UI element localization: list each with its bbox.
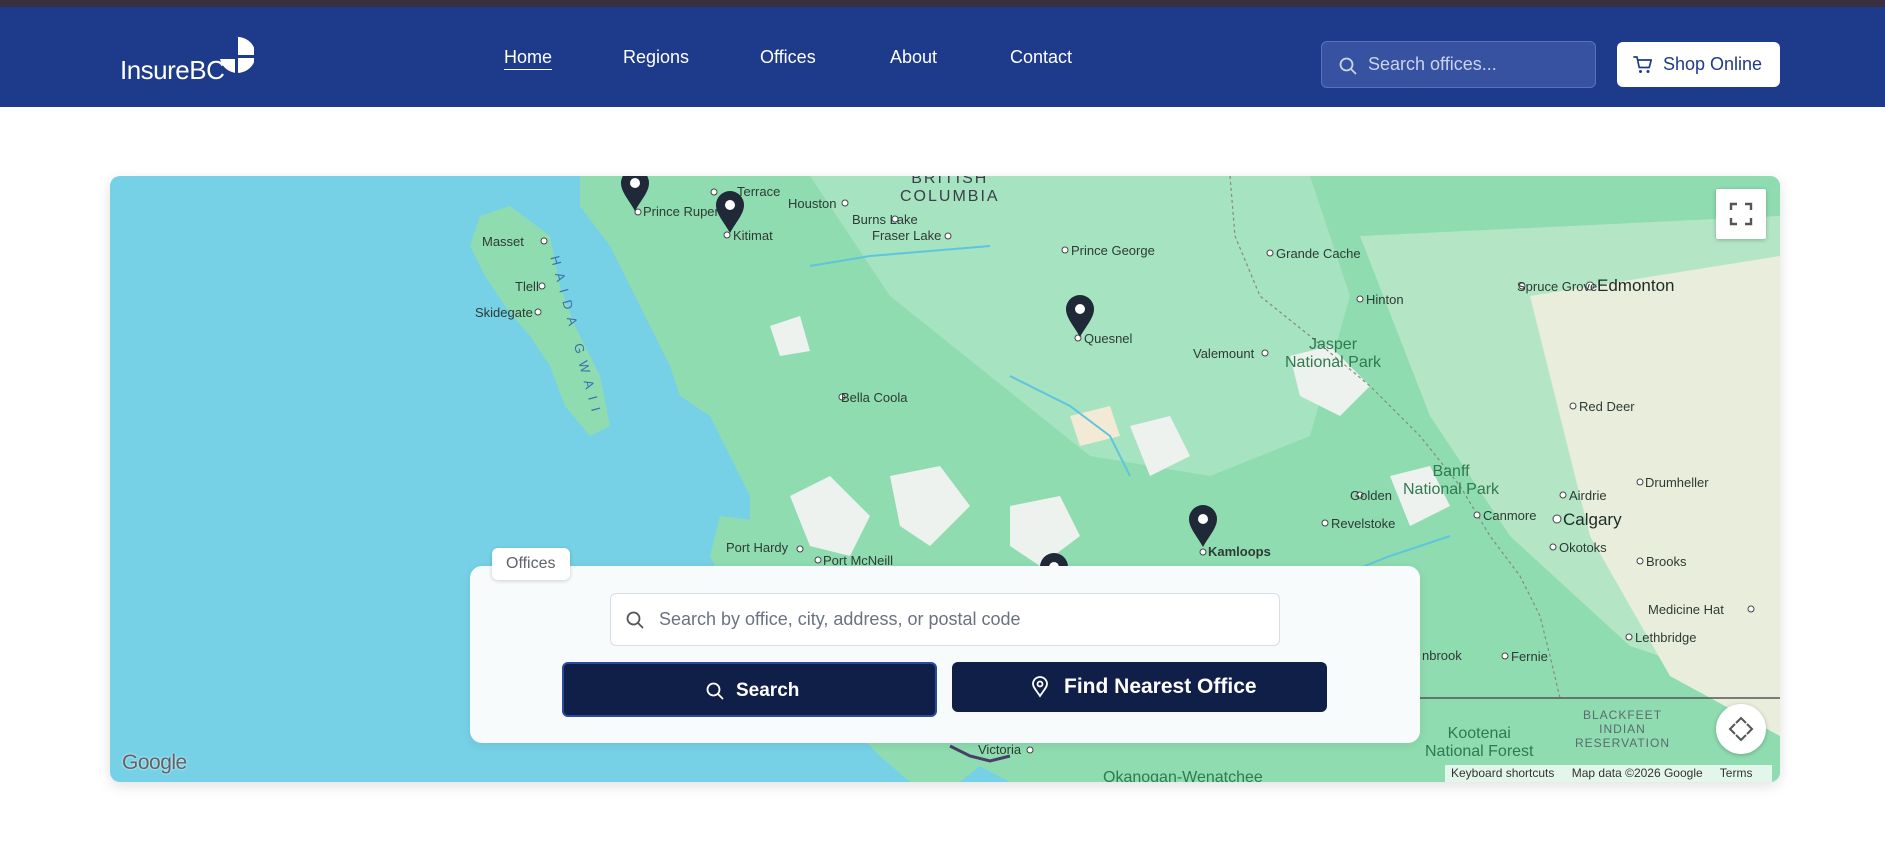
find-nearest-office-label: Find Nearest Office xyxy=(1064,675,1257,698)
find-nearest-office-button[interactable]: Find Nearest Office xyxy=(952,662,1327,712)
header-search xyxy=(1321,41,1596,88)
label-grande-cache: Grande Cache xyxy=(1276,246,1361,261)
label-bella-coola: Bella Coola xyxy=(841,390,908,405)
search-button-label: Search xyxy=(736,680,800,701)
map-pin-prince-rupert[interactable] xyxy=(619,176,651,212)
search-button[interactable]: Search xyxy=(562,662,937,717)
top-strip xyxy=(0,0,1885,7)
fullscreen-button[interactable] xyxy=(1716,189,1766,239)
label-jasper-park: Jasper National Park xyxy=(1285,336,1382,371)
label-british-columbia: BRITISH COLUMBIA xyxy=(900,176,1000,205)
label-skidegate: Skidegate xyxy=(475,305,533,320)
label-cranbrook: nbrook xyxy=(1422,648,1462,663)
label-red-deer: Red Deer xyxy=(1579,399,1635,414)
label-masset: Masset xyxy=(482,234,524,249)
logo-mark-icon xyxy=(220,36,254,73)
search-icon xyxy=(1339,57,1357,75)
label-prince-rupert: Prince Ruper xyxy=(643,204,719,219)
cart-icon xyxy=(1633,56,1653,73)
map-data-text: Map data ©2026 Google xyxy=(1571,766,1703,780)
camera-control-button[interactable] xyxy=(1716,704,1766,754)
shop-online-button[interactable]: Shop Online xyxy=(1617,42,1780,87)
label-blackfeet: BLACKFEET INDIAN RESERVATION xyxy=(1575,708,1671,750)
label-banff-park: Banff National Park xyxy=(1403,463,1500,498)
label-kootenai: Kootenai National Forest xyxy=(1425,725,1534,760)
label-fernie: Fernie xyxy=(1511,649,1548,664)
office-search-box xyxy=(610,593,1280,646)
nav-offices[interactable]: Offices xyxy=(760,47,816,68)
nav-about[interactable]: About xyxy=(890,47,937,68)
label-brooks: Brooks xyxy=(1646,554,1687,569)
label-airdrie: Airdrie xyxy=(1569,488,1607,503)
logo-text: InsureBC xyxy=(120,55,225,85)
shop-online-label: Shop Online xyxy=(1663,54,1763,74)
offices-tab[interactable]: Offices xyxy=(492,548,570,580)
label-lethbridge: Lethbridge xyxy=(1635,630,1697,645)
label-prince-george: Prince George xyxy=(1071,243,1155,258)
label-valemount: Valemount xyxy=(1193,346,1255,361)
label-tlell: Tlell xyxy=(515,279,539,294)
nav-home[interactable]: Home xyxy=(504,47,552,68)
label-okanogan: Okanogan-Wenatchee xyxy=(1103,769,1263,782)
keyboard-shortcuts-link[interactable]: Keyboard shortcuts xyxy=(1451,766,1554,780)
site-header: InsureBC Home Regions Offices About Cont… xyxy=(0,7,1885,107)
fullscreen-icon xyxy=(1729,202,1753,226)
label-spruce-grove: Spruce Grove xyxy=(1517,279,1598,294)
label-calgary: Calgary xyxy=(1563,510,1622,529)
label-okotoks: Okotoks xyxy=(1559,540,1607,555)
office-search-input[interactable] xyxy=(659,594,1269,645)
nav-regions[interactable]: Regions xyxy=(623,47,689,68)
label-drumheller: Drumheller xyxy=(1645,475,1709,490)
label-houston: Houston xyxy=(788,196,837,211)
map-pin-kitimat[interactable] xyxy=(714,190,746,234)
label-port-hardy: Port Hardy xyxy=(726,540,789,555)
search-icon xyxy=(706,682,724,700)
label-hinton: Hinton xyxy=(1366,292,1404,307)
insurebc-logo[interactable]: InsureBC xyxy=(120,35,254,85)
label-medicine-hat: Medicine Hat xyxy=(1648,602,1724,617)
map-pin-quesnel[interactable] xyxy=(1064,294,1096,338)
label-fraser-lake: Fraser Lake xyxy=(872,228,942,243)
label-revelstoke: Revelstoke xyxy=(1331,516,1396,531)
search-icon xyxy=(626,611,644,629)
map-pin-kamloops[interactable] xyxy=(1187,504,1219,548)
google-logo: Google xyxy=(122,751,187,774)
map-attribution: Keyboard shortcuts Map data ©2026 Google… xyxy=(1445,765,1773,782)
pan-arrows-icon xyxy=(1728,716,1754,742)
label-edmonton: Edmonton xyxy=(1597,276,1675,295)
header-search-input[interactable] xyxy=(1368,42,1588,87)
label-canmore: Canmore xyxy=(1483,508,1537,523)
label-victoria: Victoria xyxy=(978,742,1022,757)
location-pin-icon xyxy=(1032,676,1048,698)
nav-contact[interactable]: Contact xyxy=(1010,47,1072,68)
label-burns-lake: Burns Lake xyxy=(852,212,918,227)
label-golden: Golden xyxy=(1350,488,1392,503)
terms-link[interactable]: Terms xyxy=(1720,766,1753,780)
